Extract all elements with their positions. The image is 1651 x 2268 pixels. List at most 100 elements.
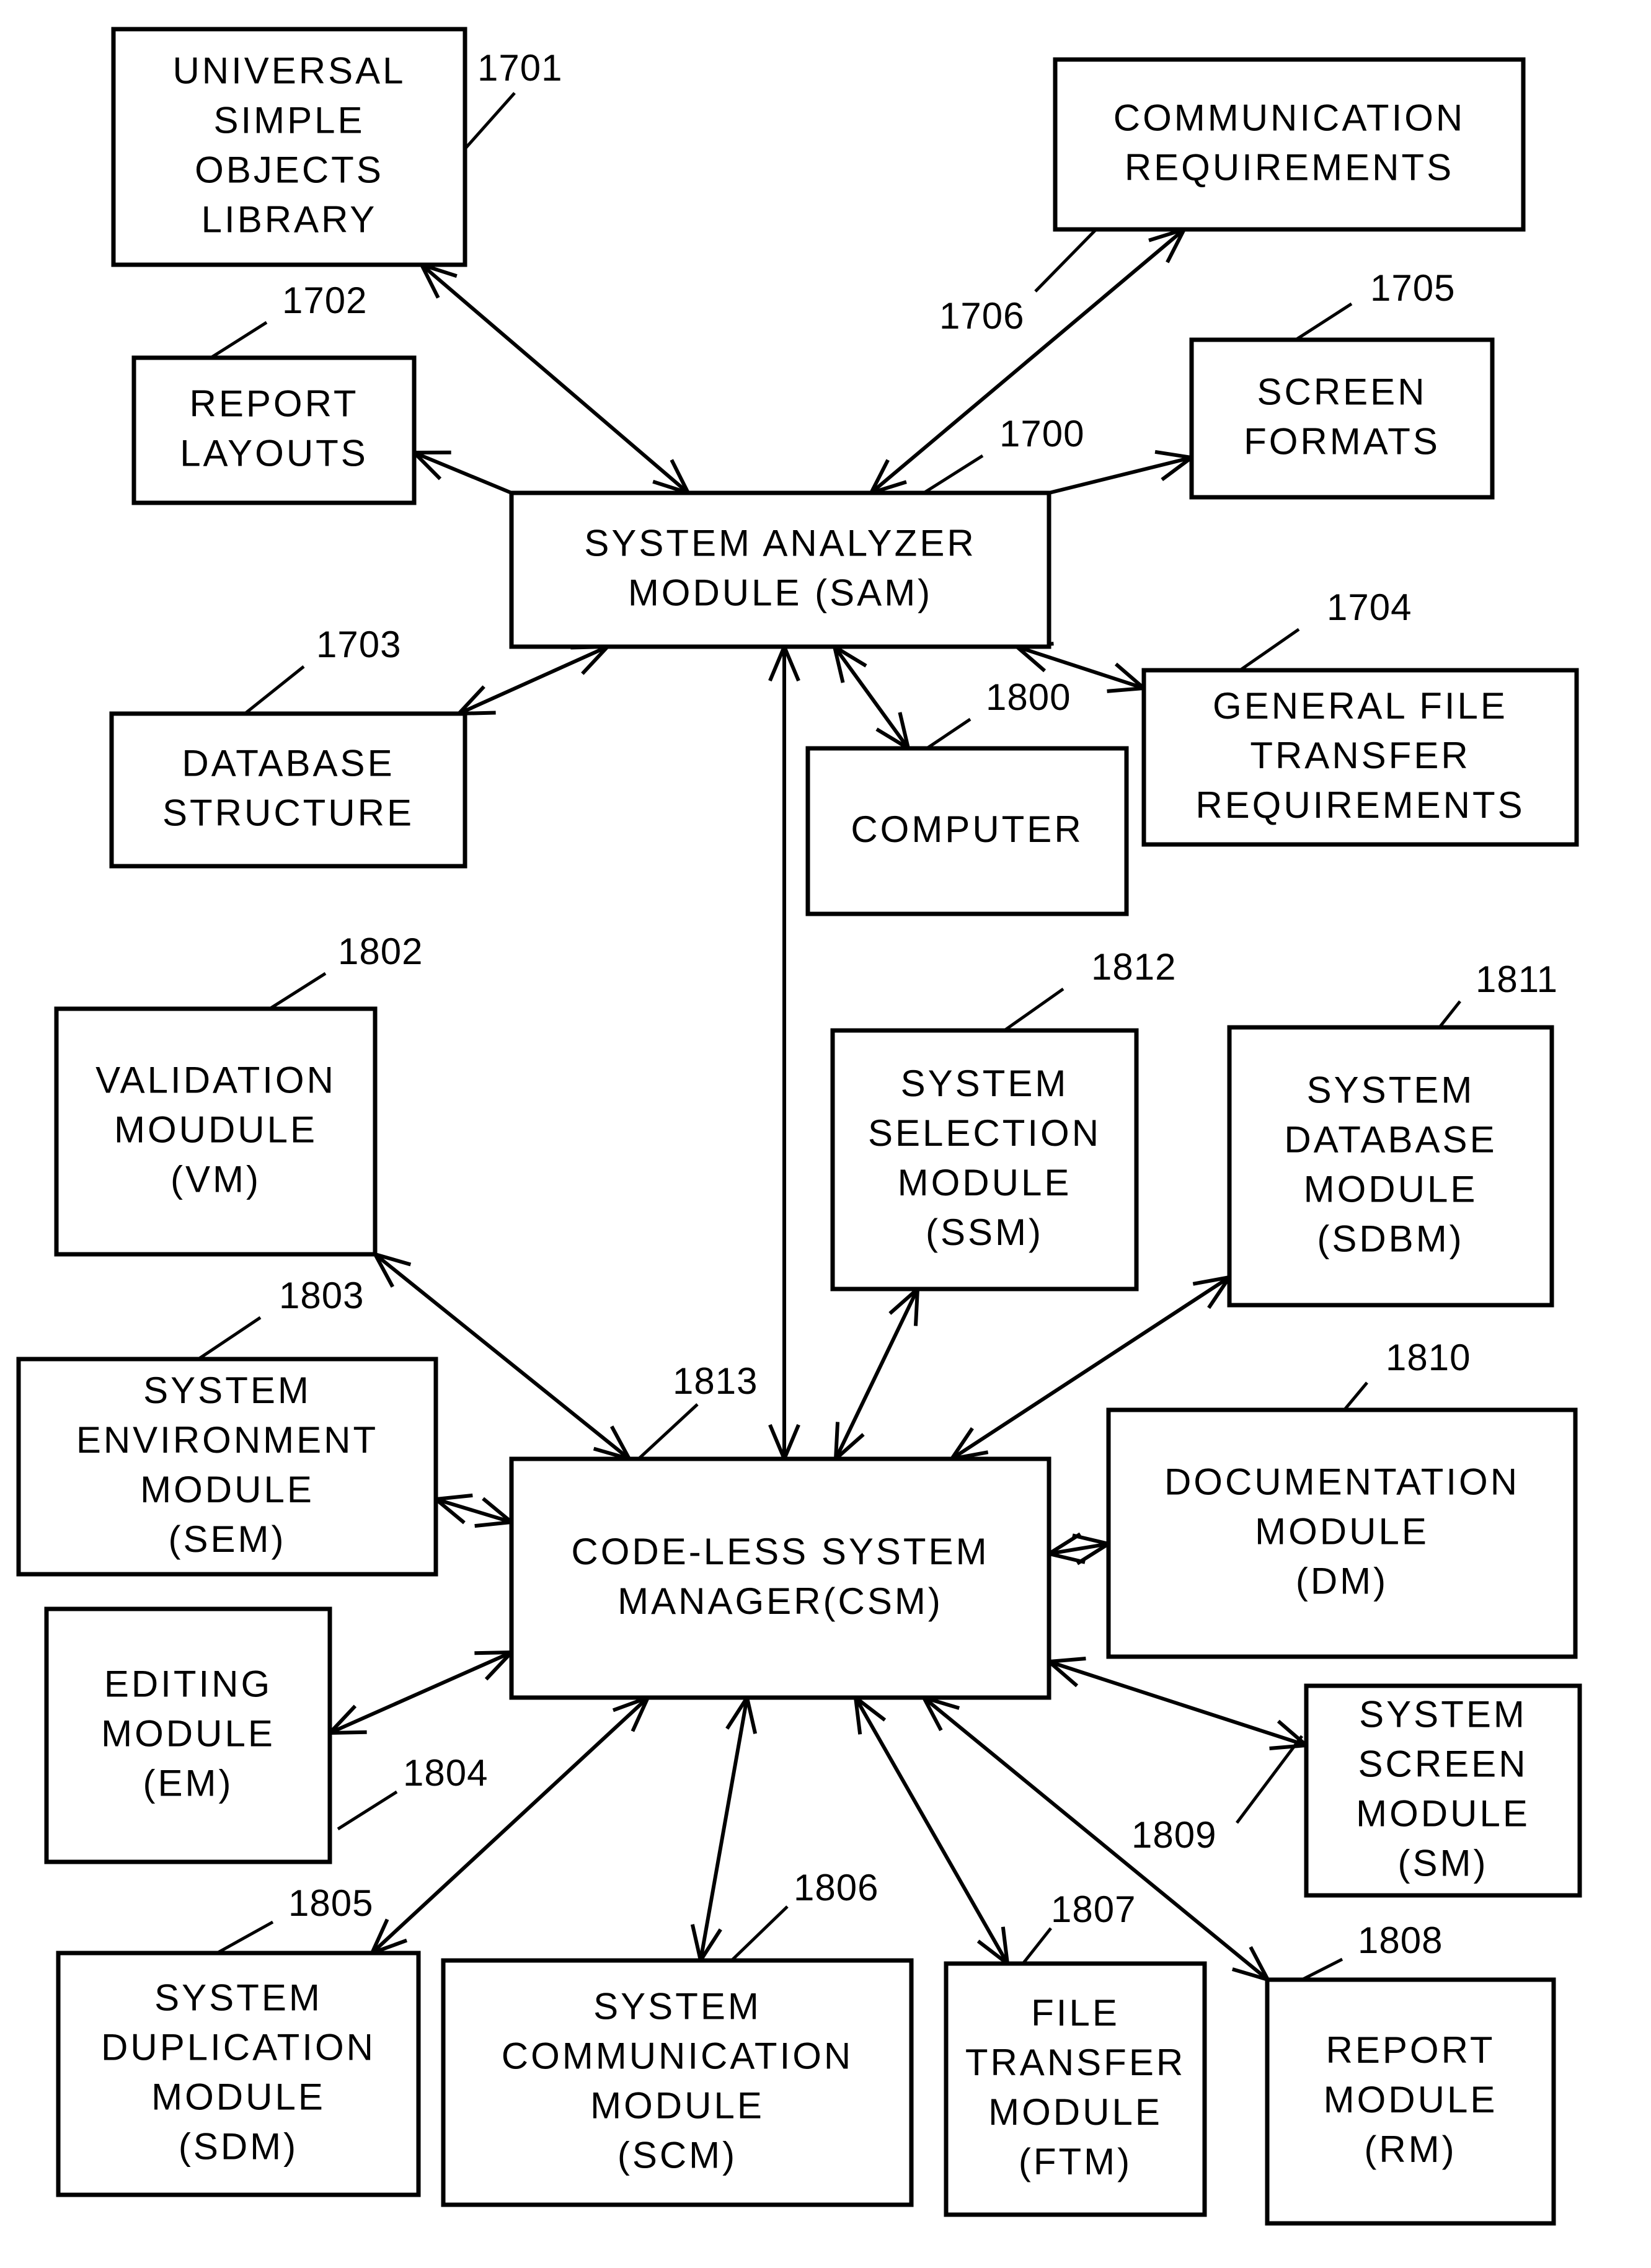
connector-line bbox=[370, 1696, 650, 1955]
reference-leader-line bbox=[1295, 302, 1353, 342]
connector-line bbox=[833, 645, 910, 750]
node-scm: SYSTEM COMMUNICATION MODULE (SCM) bbox=[441, 1958, 914, 2207]
reference-numeral: 1805 bbox=[288, 1882, 373, 1924]
reference-leader-line bbox=[210, 321, 268, 360]
node-label-line: COMPUTER bbox=[851, 808, 1083, 850]
connector-line bbox=[458, 645, 609, 715]
node-dm: DOCUMENTATION MODULE (DM) bbox=[1106, 1407, 1578, 1659]
connector-csm-scm bbox=[690, 1693, 758, 1965]
reference-numeral: 1703 bbox=[316, 624, 401, 665]
connector-csm-sem bbox=[431, 1493, 516, 1528]
reference-leader-line bbox=[730, 1905, 789, 1962]
connector-csm-ssm bbox=[833, 1285, 920, 1463]
node-label-line: MODULE bbox=[898, 1162, 1072, 1203]
node-label-line: VALIDATION bbox=[95, 1060, 336, 1101]
connector-line bbox=[854, 1696, 1009, 1965]
reference-leader-line bbox=[464, 92, 516, 150]
node-ssm: SYSTEM SELECTION MODULE (SSM) bbox=[830, 1028, 1139, 1291]
node-sdm: SYSTEM DUPLICATION MODULE (SDM) bbox=[56, 1951, 421, 2197]
node-db-structure: DATABASE STRUCTURE bbox=[109, 711, 467, 869]
reference-numeral: 1704 bbox=[1327, 587, 1412, 628]
node-label-line: (SEM) bbox=[169, 1518, 286, 1560]
node-em: EDITING MODULE (EM) bbox=[44, 1606, 332, 1864]
connector-csm-em bbox=[325, 1650, 516, 1735]
reference-numeral: 1810 bbox=[1386, 1337, 1471, 1378]
node-label-line: SYSTEM bbox=[593, 1986, 761, 2027]
node-report-layouts: REPORT LAYOUTS bbox=[131, 355, 417, 505]
reference-numeral: 1806 bbox=[794, 1867, 879, 1908]
node-label-line: SYSTEM bbox=[901, 1063, 1069, 1104]
node-label-line: OBJECTS bbox=[195, 149, 384, 191]
node-label-line: SYSTEM bbox=[143, 1370, 311, 1411]
reference-numeral: 1808 bbox=[1358, 1920, 1443, 1961]
node-label-line: SYSTEM bbox=[1359, 1694, 1527, 1735]
reference-numeral: 1809 bbox=[1131, 1814, 1216, 1856]
node-label-line: MODULE bbox=[1356, 1793, 1530, 1835]
node-box bbox=[131, 355, 417, 505]
node-label-line: DATABASE bbox=[1284, 1119, 1497, 1161]
reference-numeral: 1701 bbox=[477, 47, 562, 89]
node-label-line: UNIVERSAL bbox=[172, 50, 405, 92]
reference-leader-line bbox=[637, 1403, 699, 1460]
reference-leader-line bbox=[1003, 987, 1065, 1032]
node-label-line: SYSTEM bbox=[1307, 1070, 1475, 1111]
reference-numeral: 1804 bbox=[403, 1752, 488, 1794]
reference-numeral: 1803 bbox=[279, 1275, 364, 1316]
node-rm: REPORT MODULE (RM) bbox=[1265, 1977, 1556, 2226]
connector-line bbox=[1048, 1660, 1307, 1747]
arrowhead bbox=[853, 1693, 887, 1735]
connector-sam-db-structure bbox=[454, 644, 613, 716]
node-sam: SYSTEM ANALYZER MODULE (SAM) bbox=[509, 490, 1051, 649]
node-label-line: MODULE bbox=[1304, 1169, 1478, 1210]
node-label-line: MODULE bbox=[988, 2091, 1162, 2133]
reference-leader-line bbox=[216, 1920, 274, 1955]
node-label-line: SCREEN bbox=[1257, 371, 1427, 413]
node-label-line: REQUIREMENTS bbox=[1195, 784, 1525, 826]
connector-line bbox=[699, 1697, 749, 1961]
reference-numeral: 1813 bbox=[673, 1360, 758, 1402]
node-label-line: MODULE bbox=[101, 1713, 275, 1755]
node-ftm: FILE TRANSFER MODULE (FTM) bbox=[944, 1961, 1207, 2217]
node-label-line: GENERAL FILE bbox=[1213, 685, 1508, 727]
node-label-line: (SSM) bbox=[926, 1212, 1043, 1253]
node-label-line: COMMUNICATION bbox=[1113, 97, 1466, 139]
node-label-line: DUPLICATION bbox=[101, 2027, 376, 2068]
reference-leader-line bbox=[1034, 228, 1097, 293]
node-label-line: MODULE bbox=[140, 1469, 314, 1510]
reference-leader-line bbox=[1239, 627, 1300, 672]
node-label-line: (RM) bbox=[1364, 2128, 1456, 2170]
node-computer: COMPUTER bbox=[805, 746, 1129, 916]
connector-line bbox=[329, 1650, 513, 1735]
connector-sam-usol bbox=[418, 261, 692, 497]
node-sdbm: SYSTEM DATABASE MODULE (SDBM) bbox=[1227, 1025, 1554, 1308]
node-label-line: REQUIREMENTS bbox=[1125, 147, 1454, 188]
reference-numeral: 1807 bbox=[1051, 1889, 1136, 1930]
node-comm-req: COMMUNICATION REQUIREMENTS bbox=[1053, 57, 1526, 232]
node-label-line: SELECTION bbox=[868, 1112, 1101, 1154]
connector-sam-report-layouts bbox=[409, 450, 513, 495]
node-sm: SYSTEM SCREEN MODULE (SM) bbox=[1304, 1683, 1582, 1898]
node-screen-formats: SCREEN FORMATS bbox=[1189, 337, 1495, 500]
connector-line bbox=[834, 1288, 919, 1460]
node-box bbox=[509, 1456, 1051, 1700]
node-csm: CODE-LESS SYSTEM MANAGER(CSM) bbox=[509, 1456, 1051, 1700]
node-label-line: REPORT bbox=[1326, 2029, 1495, 2071]
node-label-line: CODE-LESS SYSTEM bbox=[571, 1531, 989, 1572]
reference-numeral: 1800 bbox=[986, 676, 1071, 718]
reference-leader-line bbox=[244, 665, 305, 715]
connector-line bbox=[413, 451, 513, 495]
connector-csm-sdm bbox=[368, 1694, 652, 1957]
node-label-line: FORMATS bbox=[1244, 421, 1440, 463]
reference-numeral: 1700 bbox=[999, 413, 1084, 454]
arrowhead bbox=[976, 1926, 1010, 1968]
node-box bbox=[1189, 337, 1495, 500]
node-label-line: TRANSFER bbox=[965, 2042, 1185, 2083]
node-label-line: SCREEN bbox=[1358, 1743, 1528, 1785]
node-label-line: MODULE bbox=[1255, 1511, 1429, 1553]
connector-csm-ftm bbox=[853, 1693, 1010, 1968]
node-label-line: (SDBM) bbox=[1317, 1218, 1464, 1260]
node-box bbox=[1053, 57, 1526, 232]
connector-csm-sm bbox=[1044, 1657, 1311, 1750]
node-vm: VALIDATION MOUDULE (VM) bbox=[54, 1006, 378, 1257]
node-label-line: ENVIRONMENT bbox=[76, 1419, 378, 1461]
